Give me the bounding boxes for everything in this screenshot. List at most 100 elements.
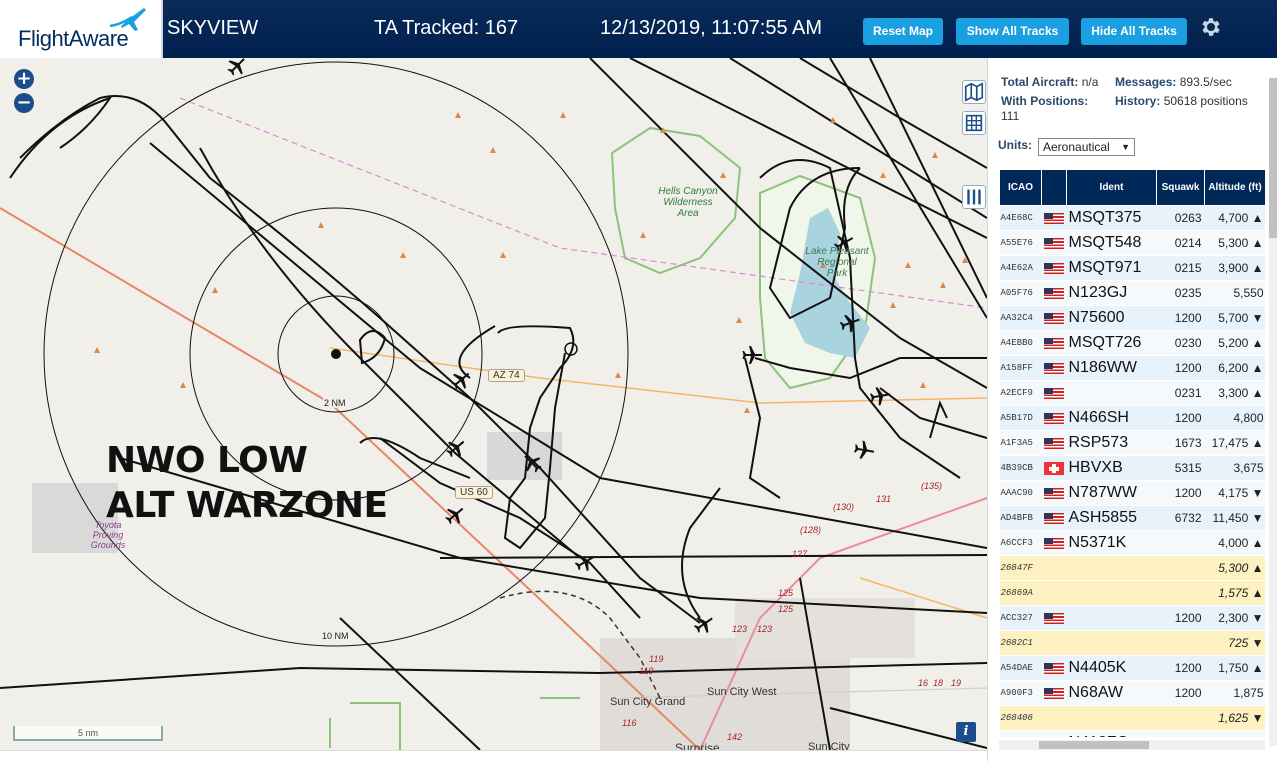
aircraft-icon[interactable]	[449, 368, 473, 392]
cell-ident	[1066, 580, 1157, 606]
cell-flag	[1041, 455, 1067, 481]
table-row[interactable]: AD4BFB ASH5855 6732 11,450 ▼	[999, 505, 1265, 531]
route-number: 18	[933, 678, 944, 688]
info-button[interactable]: i	[956, 722, 976, 742]
stats-right: Messages: 893.5/sec History: 50618 posit…	[1115, 75, 1265, 109]
table-row[interactable]: A900F3 N68AW 1200 1,875	[999, 680, 1265, 706]
col-header-altitude[interactable]: Altitude (ft)	[1204, 169, 1265, 206]
col-header-squawk[interactable]: Squawk	[1156, 169, 1205, 206]
aircraft-table-container[interactable]: ICAO Ident Squawk Altitude (ft) A4E68C MS…	[999, 169, 1265, 737]
vertical-scrollbar[interactable]	[1269, 78, 1277, 746]
cell-altitude: 4,700 ▲	[1204, 205, 1265, 231]
aircraft-icon[interactable]	[573, 550, 597, 574]
table-row[interactable]: ACC327 1200 2,300 ▼	[999, 605, 1265, 631]
table-row[interactable]: A54DAE N4405K 1200 1,750 ▲	[999, 655, 1265, 681]
cell-altitude: 6,200 ▲	[1204, 355, 1265, 381]
cell-icao: A4DC0E	[999, 730, 1042, 737]
cell-flag	[1041, 280, 1067, 306]
table-row[interactable]: A55E76 MSQT548 0214 5,300 ▲	[999, 230, 1265, 256]
aircraft-icon[interactable]	[443, 503, 467, 527]
cell-ident: RSP573	[1066, 430, 1157, 456]
header-bar: FlightAware SKYVIEW TA Tracked: 167 12/1…	[0, 0, 1277, 58]
columns-icon[interactable]	[962, 185, 986, 209]
col-header-ident[interactable]: Ident	[1066, 169, 1157, 206]
table-row[interactable]: 4B39CB HBVXB 5315 3,675	[999, 455, 1265, 481]
lake-pleasant-label: Lake Pleasant Regional Park	[792, 246, 882, 279]
aircraft-icon[interactable]	[838, 311, 862, 335]
table-row[interactable]: 26869A 1,575 ▲	[999, 580, 1265, 606]
col-header-flag[interactable]	[1041, 169, 1067, 206]
gear-icon[interactable]	[1198, 15, 1222, 39]
table-row[interactable]: A6CCF3 N5371K 4,000 ▲	[999, 530, 1265, 556]
table-row[interactable]: A2ECF9 0231 3,300 ▲	[999, 380, 1265, 406]
swiss-flag-icon	[1043, 462, 1064, 476]
cell-altitude: 5,550	[1204, 280, 1265, 306]
aircraft-icon[interactable]	[740, 343, 764, 367]
cell-ident: N75600	[1066, 305, 1157, 331]
show-all-tracks-button[interactable]: Show All Tracks	[956, 18, 1069, 45]
cell-squawk: 0263	[1156, 205, 1205, 231]
table-toggle-icon[interactable]	[962, 111, 986, 135]
aircraft-icon[interactable]	[868, 384, 892, 408]
map-basemap[interactable]	[0, 58, 987, 750]
table-row[interactable]: A5B17D N466SH 1200 4,800	[999, 405, 1265, 431]
vertical-scroll-thumb[interactable]	[1269, 78, 1277, 238]
units-select[interactable]: Aeronautical ▼	[1038, 138, 1135, 156]
table-row[interactable]: A05F76 N123GJ 0235 5,550	[999, 280, 1265, 306]
cell-ident	[1066, 555, 1157, 581]
zoom-out-button[interactable]: −	[14, 93, 34, 113]
table-row[interactable]: 26847F 5,300 ▲	[999, 555, 1265, 581]
route-number: 16	[918, 678, 929, 688]
hide-all-tracks-button[interactable]: Hide All Tracks	[1081, 18, 1187, 45]
total-aircraft-label: Total Aircraft:	[1001, 75, 1079, 89]
cell-flag	[1041, 730, 1067, 737]
table-header-row: ICAO Ident Squawk Altitude (ft)	[999, 169, 1265, 206]
table-row[interactable]: A158FF N186WW 1200 6,200 ▲	[999, 355, 1265, 381]
cell-flag	[1041, 405, 1067, 431]
cell-ident: MSQT375	[1066, 205, 1157, 231]
us-flag-icon	[1043, 613, 1064, 625]
route-number: 125	[778, 588, 794, 598]
reset-map-button[interactable]: Reset Map	[863, 18, 943, 45]
scale-bar: 5 nm	[13, 726, 163, 741]
table-row[interactable]: AAAC90 N787WW 1200 4,175 ▼	[999, 480, 1265, 506]
map-bottom-strip	[0, 750, 987, 761]
cell-ident: N123GJ	[1066, 280, 1157, 306]
cell-squawk: 0215	[1156, 255, 1205, 281]
units-select-value: Aeronautical	[1043, 140, 1110, 154]
cell-squawk: 1200	[1156, 480, 1205, 506]
table-row[interactable]: 268406 1,625 ▼	[999, 705, 1265, 731]
table-row[interactable]: A4DC0E N412FC12001,675	[999, 730, 1265, 737]
cell-icao: 26869A	[999, 580, 1042, 606]
horizontal-scrollbar[interactable]	[999, 740, 1265, 750]
table-row[interactable]: A1F3A5 RSP573 1673 17,475 ▲	[999, 430, 1265, 456]
us-flag-icon	[1043, 488, 1064, 500]
cell-flag	[1041, 430, 1067, 456]
table-row[interactable]: A4EBB0 MSQT726 0230 5,200 ▲	[999, 330, 1265, 356]
cell-squawk	[1156, 580, 1205, 606]
cell-icao: 2682C1	[999, 630, 1042, 656]
table-row[interactable]: A4E68C MSQT375 0263 4,700 ▲	[999, 205, 1265, 231]
route-number: 116	[622, 718, 637, 728]
map-layers-icon[interactable]	[962, 80, 986, 104]
table-row[interactable]: 2682C1 725 ▼	[999, 630, 1265, 656]
with-positions-label: With Positions:	[1001, 94, 1089, 108]
range-ring-label-10nm: 10 NM	[321, 631, 350, 641]
col-header-icao[interactable]: ICAO	[999, 169, 1042, 206]
aircraft-icon[interactable]	[444, 436, 468, 460]
zoom-in-button[interactable]: +	[14, 69, 34, 89]
us-flag-icon	[1043, 663, 1064, 675]
table-row[interactable]: A4E62A MSQT971 0215 3,900 ▲	[999, 255, 1265, 281]
aircraft-icon[interactable]	[852, 438, 876, 462]
aircraft-table: ICAO Ident Squawk Altitude (ft) A4E68C MS…	[999, 169, 1265, 737]
cell-squawk: 1200	[1156, 405, 1205, 431]
cell-flag	[1041, 630, 1067, 656]
map-view[interactable]: Hells Canyon Wilderness Area Lake Pleasa…	[0, 58, 987, 750]
horizontal-scroll-thumb[interactable]	[1039, 741, 1149, 749]
table-row[interactable]: AA32C4 N75600 1200 5,700 ▼	[999, 305, 1265, 331]
flightaware-logo[interactable]: FlightAware	[0, 0, 163, 58]
aircraft-icon[interactable]	[225, 58, 249, 78]
aircraft-icon[interactable]	[520, 451, 544, 475]
aircraft-icon[interactable]	[692, 612, 716, 636]
cell-altitude: 4,000 ▲	[1204, 530, 1265, 556]
